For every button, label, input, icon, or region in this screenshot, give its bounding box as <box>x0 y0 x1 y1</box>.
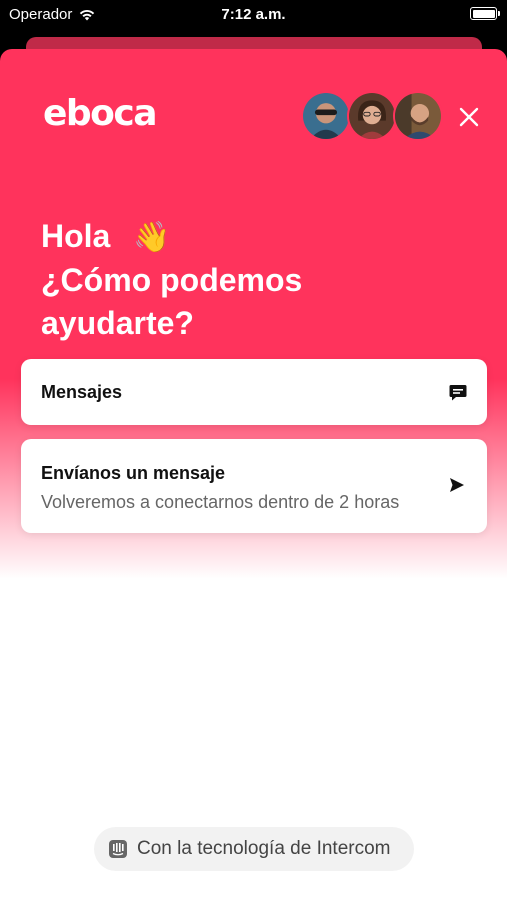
avatar <box>393 91 443 141</box>
avatar <box>347 91 397 141</box>
battery-icon <box>470 7 500 20</box>
send-message-card[interactable]: Envíanos un mensaje Volveremos a conecta… <box>21 439 487 533</box>
send-message-title: Envíanos un mensaje <box>41 463 226 483</box>
status-bar: Operador 7:12 a.m. <box>0 0 507 30</box>
send-message-subtitle: Volveremos a conectarnos dentro de 2 hor… <box>41 492 400 512</box>
team-avatars <box>301 91 443 141</box>
messages-card[interactable]: Mensajes <box>21 359 487 425</box>
message-icon <box>449 385 467 401</box>
status-time: 7:12 a.m. <box>221 6 286 23</box>
brand-logo: eboca <box>43 93 158 134</box>
greeting-question-line1: ¿Cómo podemos <box>41 262 303 298</box>
powered-by-badge[interactable]: Con la tecnología de Intercom <box>94 827 414 871</box>
close-icon <box>459 107 479 127</box>
send-icon <box>450 478 464 492</box>
intercom-icon <box>109 840 127 858</box>
greeting-question-line2: ayudarte? <box>41 305 194 341</box>
messenger-sheet: eboca Hola 👋 ¿Cómo podemos ayudarte? Men… <box>0 49 507 900</box>
powered-by-label: Con la tecnología de Intercom <box>137 838 391 859</box>
greeting: Hola 👋 ¿Cómo podemos ayudarte? <box>41 215 302 345</box>
close-button[interactable] <box>456 104 482 130</box>
messages-title: Mensajes <box>41 382 123 402</box>
avatar <box>301 91 351 141</box>
wave-icon: 👋 <box>133 221 171 254</box>
greeting-hello: Hola <box>41 218 111 254</box>
